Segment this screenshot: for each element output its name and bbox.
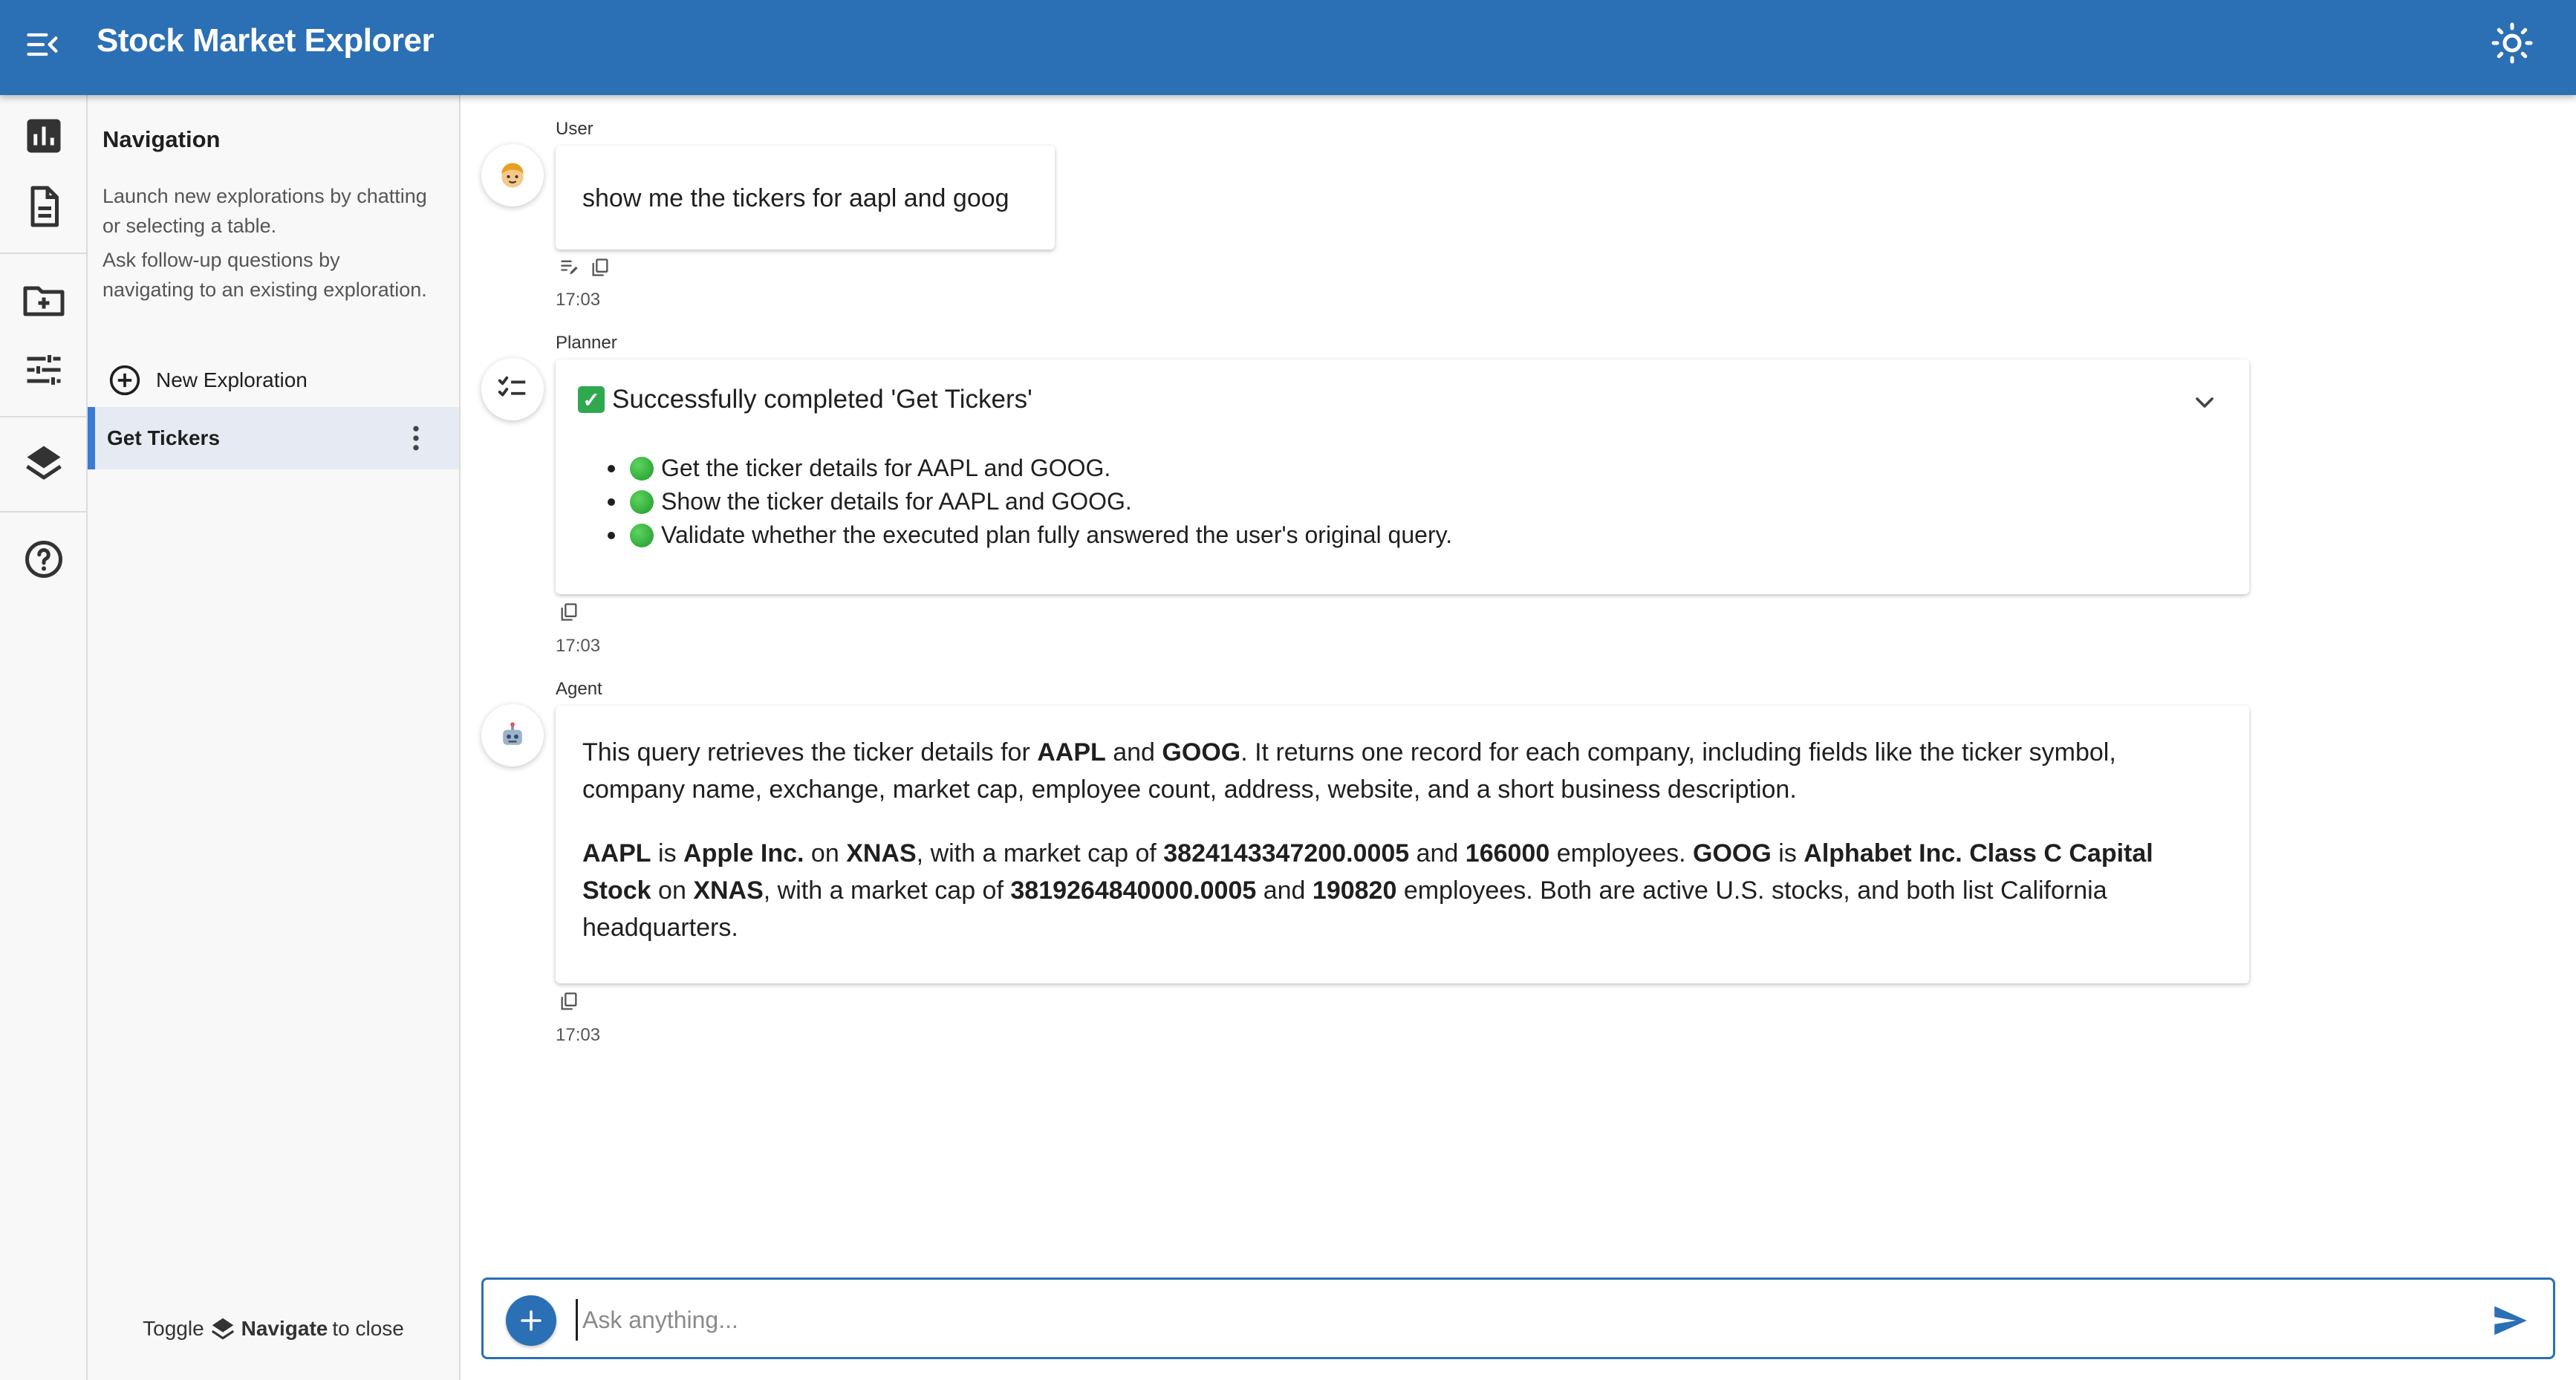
add-circle-icon: [109, 365, 140, 396]
chat-input[interactable]: [576, 1299, 2433, 1341]
more-vert-icon[interactable]: [400, 422, 432, 455]
message-timestamp: 17:03: [556, 290, 601, 310]
text-run: and: [1105, 738, 1162, 767]
help-icon[interactable]: [22, 537, 66, 582]
green-circle-icon: [630, 523, 654, 547]
green-circle-icon: [630, 489, 654, 514]
footer-bold: Navigate: [241, 1317, 328, 1340]
app-header: Stock Market Explorer: [0, 0, 2576, 95]
text-run: AAPL: [582, 839, 651, 868]
text-run: 3819264840000.0005: [1010, 876, 1257, 905]
robot-avatar-icon: [481, 704, 544, 767]
sun-icon[interactable]: [2490, 21, 2534, 65]
text-run: on: [651, 876, 694, 905]
chat-composer: [481, 1278, 2555, 1359]
text-run: GOOG: [1162, 738, 1241, 767]
plan-step: Get the ticker details for AAPL and GOOG…: [608, 452, 1452, 485]
text-run: XNAS: [693, 876, 764, 905]
agent-message-bubble: This query retrieves the ticker details …: [556, 706, 2249, 983]
agent-message-tools: [559, 991, 579, 1012]
nav-item-get-tickers[interactable]: Get Tickers: [88, 407, 459, 469]
add-attachment-button[interactable]: [506, 1295, 556, 1346]
message-role-agent: Agent: [556, 679, 602, 699]
plan-step: Validate whether the executed plan fully…: [608, 518, 1452, 552]
plan-step-list: Get the ticker details for AAPL and GOOG…: [608, 452, 1452, 552]
user-message-bubble: show me the tickers for aapl and goog: [556, 146, 1055, 250]
message-timestamp: 17:03: [556, 636, 601, 656]
text-run: and: [1409, 839, 1466, 868]
nav-title: Navigation: [103, 126, 221, 152]
layers-icon[interactable]: [22, 440, 66, 485]
user-message-text: show me the tickers for aapl and goog: [582, 184, 1009, 212]
plan-step: Show the ticker details for AAPL and GOO…: [608, 485, 1452, 518]
copy-icon[interactable]: [559, 602, 579, 622]
chevron-down-icon[interactable]: [2190, 388, 2219, 417]
text-run: AAPL: [1037, 738, 1106, 767]
text-run: Apple Inc.: [683, 839, 804, 868]
text-run: employees.: [1549, 839, 1694, 868]
send-icon[interactable]: [2489, 1299, 2532, 1342]
rail-divider: [0, 253, 86, 254]
new-exploration-label: New Exploration: [156, 368, 308, 391]
plan-step-text: Validate whether the executed plan fully…: [661, 521, 1453, 548]
plus-icon: [521, 1310, 541, 1331]
text-run: This query retrieves the ticker details …: [582, 738, 1038, 767]
plan-step-text: Show the ticker details for AAPL and GOO…: [661, 488, 1132, 515]
checklist-icon: [481, 358, 544, 420]
layers-icon: [211, 1318, 234, 1340]
message-role-user: User: [556, 119, 593, 139]
text-run: , with a market cap of: [763, 876, 1011, 905]
planner-message-card: ✓ Successfully completed 'Get Tickers' G…: [556, 359, 2249, 594]
copy-icon[interactable]: [559, 991, 579, 1012]
green-circle-icon: [630, 456, 654, 481]
message-timestamp: 17:03: [556, 1025, 601, 1045]
bar-chart-icon[interactable]: [22, 114, 66, 158]
footer-prefix: Toggle: [143, 1317, 204, 1340]
nav-description: Launch new explorations by chatting or s…: [103, 185, 427, 237]
rail-divider: [0, 416, 86, 417]
new-exploration-button[interactable]: New Exploration: [108, 361, 308, 400]
tune-icon[interactable]: [22, 348, 66, 392]
app-title: Stock Market Explorer: [97, 22, 435, 59]
plan-step-text: Get the ticker details for AAPL and GOOG…: [661, 455, 1111, 481]
planner-message-tools: [559, 602, 579, 622]
user-message-tools: [559, 257, 611, 278]
rail-divider: [0, 511, 86, 512]
icon-rail: [0, 95, 88, 1380]
text-run: 166000: [1465, 839, 1550, 868]
nav-footer-hint: Toggle Navigate to close: [88, 1315, 459, 1343]
text-run: on: [804, 839, 847, 868]
user-avatar-icon: [481, 144, 544, 206]
text-run: , with a market cap of: [916, 839, 1164, 868]
agent-message-paragraph: AAPL is Apple Inc. on XNAS, with a marke…: [582, 835, 2222, 946]
nav-item-label: Get Tickers: [107, 426, 221, 449]
text-run: is: [651, 839, 684, 868]
text-run: GOOG: [1693, 839, 1772, 868]
copy-icon[interactable]: [590, 257, 611, 278]
text-run: 3824143347200.0005: [1163, 839, 1410, 868]
planner-title-text: Successfully completed 'Get Tickers': [612, 385, 1032, 414]
folder-add-icon[interactable]: [22, 277, 66, 322]
footer-suffix: to close: [332, 1317, 404, 1340]
text-run: is: [1771, 839, 1804, 868]
navigation-panel: Navigation Launch new explorations by ch…: [88, 95, 461, 1380]
check-mark-icon: ✓: [578, 386, 605, 413]
text-run: XNAS: [846, 839, 917, 868]
nav-description: Ask follow-up questions by navigating to…: [103, 249, 427, 301]
text-run: 190820: [1312, 876, 1397, 905]
edit-icon[interactable]: [559, 257, 579, 278]
document-icon[interactable]: [22, 184, 66, 229]
agent-message-paragraph: This query retrieves the ticker details …: [582, 734, 2222, 808]
planner-title: ✓ Successfully completed 'Get Tickers': [578, 385, 1032, 414]
chat-area: User show me the tickers for aapl and go…: [466, 95, 2576, 1380]
text-run: and: [1256, 876, 1313, 905]
menu-collapse-icon[interactable]: [24, 25, 62, 64]
message-role-planner: Planner: [556, 333, 617, 353]
